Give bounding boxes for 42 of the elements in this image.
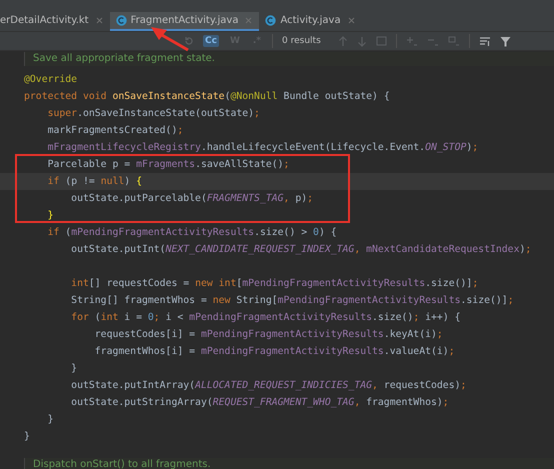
code-line: Parcelable p = mFragments.saveAllState(); — [46, 159, 290, 170]
doc-comment: Save all appropriate fragment state. — [24, 52, 554, 66]
class-icon — [265, 15, 276, 26]
code-line: int[] requestCodes = new int[mPendingFragmentActivityResults.size()]; — [70, 278, 478, 289]
editor-tab[interactable]: FragmentActivity.java — [110, 12, 260, 31]
code-line: if (mPendingFragmentActivityResults.size() > 0) { — [46, 227, 337, 238]
history-icon[interactable] — [184, 36, 194, 46]
close-icon[interactable] — [96, 17, 103, 24]
code-line: outState.putInt(NEXT_CANDIDATE_REQUEST_INDEX_TAG, mNextCandidateRequestIndex); — [70, 244, 532, 255]
code-line: } — [46, 210, 54, 221]
code-line: protected void onSaveInstanceState(@NonNull Bundle outState) { — [24, 91, 390, 102]
code-line: } — [46, 414, 54, 425]
code-line: @Override — [24, 74, 78, 85]
code-line: requestCodes[i] = mPendingFragmentActivityResults.keyAt(i); — [94, 329, 443, 340]
doc-comment: Dispatch onStart() to all fragments. — [24, 458, 554, 469]
add-occurrence-icon[interactable] — [406, 36, 418, 46]
arrow-down-icon[interactable] — [356, 36, 367, 46]
code-line: fragmentWhos[i] = mPendingFragmentActivityResults.valueAt(i); — [94, 346, 455, 357]
select-all-icon[interactable] — [376, 36, 387, 46]
code-line: outState.putIntArray(ALLOCATED_REQUEST_INDICIES_TAG, requestCodes); — [70, 380, 466, 391]
code-line: outState.putParcelable(FRAGMENTS_TAG, p); — [70, 193, 314, 204]
code-line: if (p != null) { — [46, 176, 142, 187]
filter-lines-icon[interactable] — [478, 36, 491, 46]
close-icon[interactable] — [245, 17, 252, 24]
code-line: markFragmentsCreated(); — [46, 125, 184, 136]
code-line: mFragmentLifecycleRegistry.handleLifecycleEvent(Lifecycle.Event.ON_STOP); — [46, 142, 478, 153]
search-option[interactable]: Cc — [203, 35, 219, 47]
arrow — [151, 27, 189, 52]
code-line: String[] fragmentWhos = new String[mPendingFragmentActivityResults.size()]; — [70, 295, 514, 306]
results-count: 0 results — [282, 36, 321, 46]
class-icon — [116, 15, 127, 26]
editor-tab[interactable]: erDetailActivity.kt — [0, 12, 110, 31]
code-line: for (int i = 0; i < mPendingFragmentActivityResults.size(); i++) { — [70, 312, 461, 323]
filter-icon[interactable] — [500, 36, 511, 46]
code-line: } — [70, 363, 78, 374]
close-icon[interactable] — [348, 17, 355, 24]
select-occurrences-icon[interactable] — [448, 36, 460, 46]
editor-tab[interactable]: Activity.java — [259, 12, 362, 31]
code-line: super.onSaveInstanceState(outState); — [46, 108, 260, 119]
code-line: } — [24, 431, 30, 442]
arrow-up-icon[interactable] — [338, 36, 348, 46]
code-line: outState.putStringArray(REQUEST_FRAGMENT_WHO_TAG, fragmentWhos); — [70, 397, 449, 408]
